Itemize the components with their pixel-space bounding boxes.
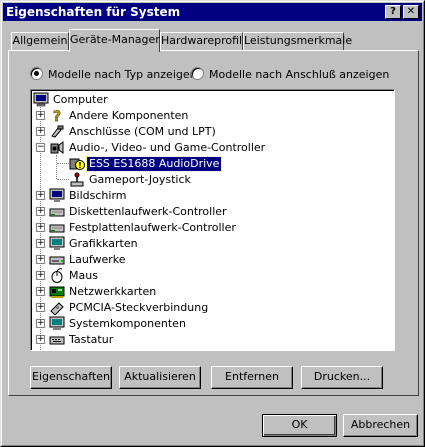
tree-line-children <box>56 155 57 179</box>
tree-node[interactable]: PCMCIA-Steckverbindung <box>49 300 210 316</box>
tree-node[interactable]: Audio-, Video- und Game-Controller <box>49 140 267 156</box>
tree-label: Maus <box>69 269 98 282</box>
tree-label: Andere Komponenten <box>69 109 189 122</box>
tree-label: Bildschirm <box>69 189 127 202</box>
port-icon <box>51 125 64 138</box>
radio-by-type[interactable]: Modelle nach Typ anzeigen <box>30 67 197 83</box>
tree-label: PCMCIA-Steckverbindung <box>69 301 209 314</box>
svg-text:?: ? <box>53 109 61 123</box>
tree-node[interactable]: Netzwerkkarten <box>49 284 158 300</box>
device-tree[interactable]: Computer +? Andere Komponenten + Anschlüsse… <box>30 89 395 351</box>
controller-icon <box>49 208 65 217</box>
refresh-button[interactable]: Aktualisieren <box>119 366 201 389</box>
radio-by-type-indicator[interactable] <box>30 67 43 80</box>
tree-node[interactable]: Tastatur <box>49 332 115 348</box>
tree-label: Computer <box>53 93 108 106</box>
tree-node-computer[interactable]: Computer <box>33 92 110 108</box>
cancel-button[interactable]: Abbrechen <box>343 414 418 437</box>
tree-line-child-1 <box>57 163 69 164</box>
tree-label: Diskettenlaufwerk-Controller <box>69 205 227 218</box>
radio-by-connection[interactable]: Modelle nach Anschluß anzeigen <box>191 67 389 83</box>
tree-node-child[interactable]: Gameport-Joystick <box>69 172 193 188</box>
tree-node[interactable]: Maus <box>49 268 100 284</box>
remove-button[interactable]: Entfernen <box>211 366 293 389</box>
expand-toggle[interactable]: + <box>36 127 45 136</box>
tree-label: Grafikkarten <box>69 237 138 250</box>
computer-icon <box>33 92 49 107</box>
tree-node[interactable]: Laufwerke <box>49 252 128 268</box>
expand-toggle[interactable]: + <box>36 223 45 232</box>
keyboard-icon <box>49 336 65 345</box>
expand-toggle[interactable]: + <box>36 271 45 280</box>
system-icon <box>49 316 65 330</box>
mouse-icon <box>51 268 63 283</box>
tree-node[interactable]: ? Andere Komponenten <box>49 108 190 124</box>
tree-label: Festplattenlaufwerk-Controller <box>69 221 236 234</box>
properties-button[interactable]: Eigenschaften <box>30 366 112 389</box>
tab-hardwareprofile[interactable]: Hardwareprofile <box>160 32 249 50</box>
radio-by-connection-indicator[interactable] <box>191 67 204 80</box>
tree-label: Audio-, Video- und Game-Controller <box>69 141 266 154</box>
question-mark-icon: ? <box>53 109 62 123</box>
tab-geraete-manager[interactable]: Geräte-Manager <box>69 29 160 52</box>
expand-toggle[interactable]: + <box>36 111 45 120</box>
tree-label: ESS ES1688 AudioDrive <box>85 156 223 172</box>
tree-node[interactable]: Anschlüsse (COM und LPT) <box>49 124 218 140</box>
tree-label: Netzwerkkarten <box>69 285 157 298</box>
tree-label: Anschlüsse (COM und LPT) <box>69 125 216 138</box>
system-properties-window: Eigenschaften für System ? ✕ Allgemein G… <box>0 0 425 447</box>
radio-by-type-label: Modelle nach Typ anzeigen <box>48 68 197 81</box>
expand-toggle[interactable]: + <box>36 191 45 200</box>
collapse-toggle[interactable]: − <box>36 143 45 152</box>
print-button[interactable]: Drucken... <box>301 366 383 389</box>
tree-label: Gameport-Joystick <box>89 173 191 186</box>
help-button[interactable]: ? <box>385 5 401 19</box>
tab-allgemein[interactable]: Allgemein <box>11 32 69 50</box>
tree-label: Tastatur <box>69 333 114 346</box>
tree-node[interactable]: Bildschirm <box>49 188 129 204</box>
controller-icon <box>49 224 65 233</box>
drive-icon <box>49 256 65 265</box>
expand-toggle[interactable]: + <box>36 335 45 344</box>
tree-node-selected[interactable]: ! ESS ES1688 AudioDrive <box>69 156 223 172</box>
svg-text:!: ! <box>78 161 82 170</box>
tree-node[interactable]: Festplattenlaufwerk-Controller <box>49 220 238 236</box>
tree-node[interactable]: Systemkomponenten <box>49 316 188 332</box>
pcmcia-icon <box>50 302 64 315</box>
monitor-icon <box>49 188 65 202</box>
title-bar[interactable]: Eigenschaften für System ? ✕ <box>3 3 422 21</box>
network-card-icon <box>49 286 65 298</box>
expand-toggle[interactable]: + <box>36 255 45 264</box>
expand-toggle[interactable]: + <box>36 239 45 248</box>
radio-by-connection-label: Modelle nach Anschluß anzeigen <box>209 68 390 81</box>
tree-line-child-2 <box>57 179 69 180</box>
joystick-icon <box>70 172 84 187</box>
tree-node[interactable]: Grafikkarten <box>49 236 140 252</box>
expand-toggle[interactable]: + <box>36 287 45 296</box>
tree-label: Laufwerke <box>69 253 126 266</box>
warning-device-icon: ! <box>69 158 85 170</box>
audio-icon <box>50 141 64 154</box>
tree-node[interactable]: Diskettenlaufwerk-Controller <box>49 204 229 220</box>
tree-label: Systemkomponenten <box>69 317 186 330</box>
expand-toggle[interactable]: + <box>36 303 45 312</box>
expand-toggle[interactable]: + <box>36 319 45 328</box>
ok-button[interactable]: OK <box>262 414 337 437</box>
window-title: Eigenschaften für System <box>6 5 181 19</box>
expand-toggle[interactable]: + <box>36 207 45 216</box>
display-adapter-icon <box>49 236 65 250</box>
tab-leistungsmerkmale[interactable]: Leistungsmerkmale <box>243 32 352 50</box>
close-button[interactable]: ✕ <box>403 5 419 19</box>
